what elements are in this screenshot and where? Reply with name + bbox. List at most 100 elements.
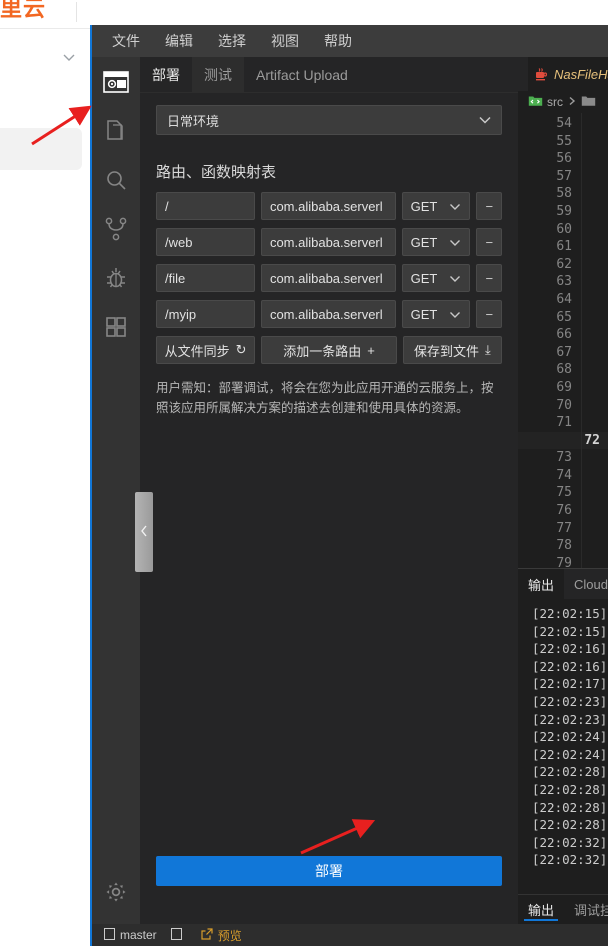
preview-external-icon bbox=[201, 927, 213, 943]
route-method-value: GET bbox=[410, 198, 438, 214]
log-line: [22:02:23] bbox=[532, 711, 608, 727]
add-route-button[interactable]: 添加一条路由 + bbox=[261, 336, 397, 364]
activity-search-icon[interactable] bbox=[92, 155, 140, 204]
menu-item-file[interactable]: 文件 bbox=[112, 31, 140, 51]
line-number: 54 bbox=[556, 116, 572, 131]
status-branch[interactable]: master bbox=[104, 927, 157, 943]
source-folder-icon bbox=[528, 94, 543, 110]
tab-artifact-upload[interactable]: Artifact Upload bbox=[244, 57, 360, 92]
activity-extensions-icon[interactable] bbox=[92, 302, 140, 351]
activity-explorer-files-icon[interactable] bbox=[92, 106, 140, 155]
route-path-input[interactable]: /file bbox=[156, 264, 255, 292]
line-number: 69 bbox=[556, 379, 572, 395]
menu-item-view[interactable]: 视图 bbox=[271, 31, 299, 51]
chevron-down-icon bbox=[449, 199, 461, 214]
chevron-down-icon bbox=[449, 307, 461, 322]
status-preview[interactable]: 预览 bbox=[201, 927, 242, 944]
status-remote[interactable] bbox=[170, 927, 187, 943]
side-panel-tabs: 部署 测试 Artifact Upload bbox=[140, 57, 518, 93]
chevron-left-icon bbox=[139, 524, 149, 541]
tab-test[interactable]: 测试 bbox=[192, 57, 244, 92]
activity-source-control-icon[interactable] bbox=[92, 204, 140, 253]
line-number: 78 bbox=[556, 538, 572, 554]
menu-bar: 文件 编辑 选择 视图 帮助 bbox=[92, 25, 608, 57]
log-line: [22:02:24] bbox=[532, 729, 608, 745]
routes-table: / com.alibaba.serverl GET − /web com.ali… bbox=[156, 192, 502, 364]
activity-debug-bug-icon[interactable] bbox=[92, 253, 140, 302]
editor-tab-nasfilehandler[interactable]: NasFileHa bbox=[528, 57, 608, 91]
menu-item-help[interactable]: 帮助 bbox=[324, 31, 352, 51]
settings-gear-icon[interactable] bbox=[92, 867, 140, 916]
output-log[interactable]: [22:02:15] [22:02:15] [22:02:16] [22:02:16]… bbox=[518, 599, 608, 894]
source-control-branch-icon bbox=[104, 927, 115, 943]
bottom-tab-debug-console[interactable]: 调试挂 bbox=[564, 895, 608, 924]
status-preview-label: 预览 bbox=[217, 928, 242, 943]
log-line: [22:02:32] bbox=[532, 834, 608, 850]
line-number: 55 bbox=[556, 133, 572, 149]
line-number: 66 bbox=[556, 327, 572, 343]
log-line: [22:02:15] bbox=[532, 623, 608, 639]
sync-refresh-icon: ↻ bbox=[235, 342, 247, 357]
line-number: 63 bbox=[556, 274, 572, 290]
route-function-input[interactable]: com.alibaba.serverl bbox=[260, 264, 396, 292]
route-delete-button[interactable]: − bbox=[476, 264, 502, 292]
log-line: [22:02:15] bbox=[532, 606, 608, 621]
page-header-rule bbox=[0, 28, 90, 29]
line-number: 64 bbox=[556, 291, 572, 307]
line-number: 75 bbox=[556, 485, 572, 501]
deploy-button[interactable]: 部署 bbox=[156, 856, 502, 886]
log-line: [22:02:24] bbox=[532, 746, 608, 762]
save-to-file-button[interactable]: 保存到文件 ⤓ bbox=[402, 336, 502, 364]
page-placeholder-box bbox=[0, 128, 82, 170]
bottom-tab-output[interactable]: 输出 bbox=[518, 895, 564, 924]
line-number: 65 bbox=[556, 309, 572, 325]
route-function-input[interactable]: com.alibaba.serverl bbox=[260, 228, 396, 256]
breadcrumb-item-src[interactable]: src bbox=[547, 95, 563, 109]
route-method-select[interactable]: GET bbox=[401, 192, 471, 220]
tab-deploy[interactable]: 部署 bbox=[140, 57, 192, 92]
deploy-button-wrap: 部署 bbox=[156, 856, 502, 886]
line-number: 77 bbox=[556, 520, 572, 536]
output-panel-tabs: 输出 Cloud bbox=[518, 569, 608, 599]
user-notice-text: 用户需知：部署调试，将会在您为此应用开通的云服务上，按照该应用所属解决方案的描述… bbox=[156, 381, 494, 415]
log-line: [22:02:32] bbox=[532, 852, 608, 868]
chevron-down-icon[interactable] bbox=[60, 50, 78, 62]
log-line: [22:02:17] bbox=[532, 676, 608, 692]
route-function-input[interactable]: com.alibaba.serverl bbox=[260, 300, 396, 328]
route-method-select[interactable]: GET bbox=[401, 228, 471, 256]
route-path-input[interactable]: / bbox=[156, 192, 255, 220]
sync-from-file-button[interactable]: 从文件同步 ↻ bbox=[156, 336, 256, 364]
line-number: 70 bbox=[556, 397, 572, 413]
output-tab-cloud[interactable]: Cloud bbox=[564, 569, 608, 599]
ide-window: 文件 编辑 选择 视图 帮助 部署 测试 Artifact Upload 日常环… bbox=[90, 25, 608, 946]
line-number: 57 bbox=[556, 168, 572, 184]
route-path-input[interactable]: /myip bbox=[156, 300, 255, 328]
route-method-select[interactable]: GET bbox=[401, 264, 471, 292]
route-function-input[interactable]: com.alibaba.serverl bbox=[260, 192, 396, 220]
plus-icon: + bbox=[367, 342, 375, 358]
folder-icon[interactable] bbox=[581, 94, 596, 110]
log-line: [22:02:28] bbox=[532, 764, 608, 780]
environment-select[interactable]: 日常环境 bbox=[156, 105, 502, 135]
line-number: 60 bbox=[556, 221, 572, 237]
panel-collapse-handle[interactable] bbox=[135, 492, 153, 572]
side-panel-body: 日常环境 路由、函数映射表 / com.alibaba.serverl GET bbox=[140, 93, 518, 418]
route-delete-button[interactable]: − bbox=[476, 300, 502, 328]
menu-item-select[interactable]: 选择 bbox=[218, 31, 246, 51]
output-panel: 输出 Cloud [22:02:15] [22:02:15] [22:02:16] [… bbox=[518, 568, 608, 924]
route-delete-button[interactable]: − bbox=[476, 192, 502, 220]
line-number: 67 bbox=[556, 344, 572, 360]
sync-from-file-label: 从文件同步 bbox=[164, 343, 230, 359]
chevron-down-icon bbox=[449, 271, 461, 286]
java-class-icon bbox=[534, 67, 548, 81]
route-delete-button[interactable]: − bbox=[476, 228, 502, 256]
route-method-select[interactable]: GET bbox=[401, 300, 471, 328]
route-path-input[interactable]: /web bbox=[156, 228, 255, 256]
activity-webide-logo-icon[interactable] bbox=[90, 57, 140, 106]
menu-item-edit[interactable]: 编辑 bbox=[165, 31, 193, 51]
output-bottom-tabs: 输出 调试挂 bbox=[518, 894, 608, 924]
line-number: 62 bbox=[556, 256, 572, 272]
log-line: [22:02:16] bbox=[532, 658, 608, 674]
output-tab-output[interactable]: 输出 bbox=[518, 569, 565, 599]
editor-tab-bar: NasFileHa bbox=[518, 57, 608, 91]
